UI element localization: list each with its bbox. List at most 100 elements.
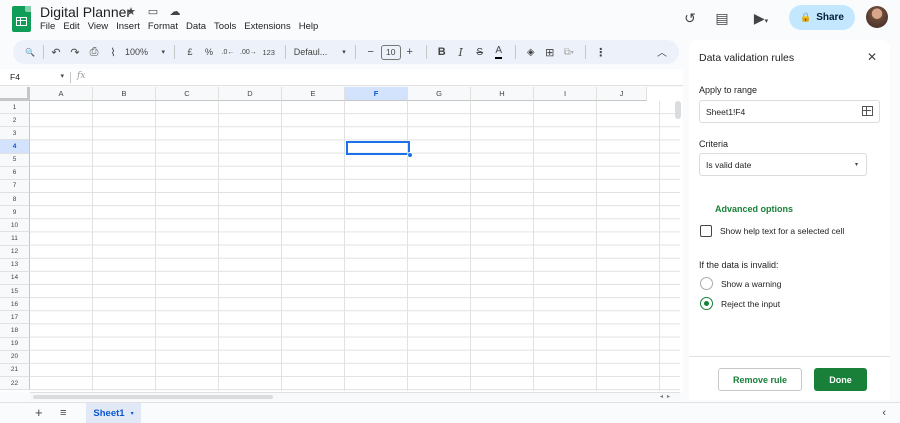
cloud-status-icon[interactable]: ☁ [168,5,182,18]
menu-view[interactable]: View [84,21,112,33]
row-header[interactable]: 20 [0,350,30,364]
row-header[interactable]: 10 [0,219,30,233]
row-header[interactable]: 7 [0,179,30,193]
borders-icon[interactable]: ⊞ [541,43,559,61]
column-header[interactable]: G [408,87,471,101]
row-header[interactable]: 12 [0,245,30,259]
column-header[interactable]: I [534,87,597,101]
row-header[interactable]: 2 [0,114,30,128]
redo-icon[interactable]: ↷ [66,43,84,61]
all-sheets-icon[interactable]: ≡ [60,407,66,419]
increase-font-size-button[interactable]: + [401,43,419,61]
row-header[interactable]: 8 [0,192,30,207]
show-warning-radio[interactable] [700,277,713,290]
sheet-tab-sheet1[interactable]: Sheet1 ▾ [86,403,141,423]
row-header[interactable]: 16 [0,298,30,312]
help-text-checkbox[interactable] [700,225,712,237]
menu-data[interactable]: Data [182,21,210,33]
reject-input-radio[interactable] [700,297,713,310]
spreadsheet-grid[interactable]: A B C D E F G H I J 1 2 3 4 5 6 7 8 9 10… [0,87,683,392]
row-header[interactable]: 17 [0,311,30,325]
range-input[interactable]: Sheet1!F4 [699,100,880,123]
version-history-icon[interactable]: ↺ [681,9,699,27]
font-size-input[interactable]: 10 [380,44,401,60]
horizontal-scrollbar[interactable]: ◂▸ [30,392,680,401]
row-header[interactable]: 14 [0,271,30,285]
remove-rule-button[interactable]: Remove rule [718,368,802,391]
paint-format-icon[interactable]: ⌇ [104,43,122,61]
fill-color-icon[interactable]: ◈ [522,43,540,61]
menu-extensions[interactable]: Extensions [240,21,294,33]
menu-insert[interactable]: Insert [112,21,144,33]
row-header[interactable]: 3 [0,127,30,141]
criteria-dropdown[interactable]: Is valid date ▾ [699,153,867,176]
number-format-button[interactable]: 123 [260,43,278,61]
menu-tools[interactable]: Tools [210,21,240,33]
document-title[interactable]: Digital Planner [40,4,131,20]
font-select[interactable]: Defaul... ▾ [292,43,348,61]
percent-format-button[interactable]: % [200,43,218,61]
side-panel-toggle-icon[interactable]: ‹ [882,407,886,419]
currency-format-button[interactable]: £ [181,43,199,61]
column-header[interactable]: B [93,87,156,101]
italic-button[interactable]: I [452,43,470,61]
column-header[interactable]: A [30,87,93,101]
fill-handle[interactable] [407,152,413,158]
bold-button[interactable]: B [433,43,451,61]
undo-icon[interactable]: ↶ [47,43,65,61]
sheets-logo-icon[interactable] [12,6,31,32]
close-icon[interactable]: ✕ [867,50,877,64]
row-header[interactable]: 22 [0,376,30,391]
row-header[interactable]: 21 [0,363,30,377]
add-sheet-icon[interactable]: + [35,406,43,420]
avatar[interactable] [866,6,888,28]
select-range-icon[interactable] [862,106,873,116]
column-header[interactable]: E [282,87,345,101]
print-icon[interactable]: ⎙ [85,43,103,61]
active-cell-f4[interactable] [346,141,410,155]
increase-decimal-button[interactable]: .00→ [238,43,259,61]
zoom-select[interactable]: 100% ▾ [123,43,167,61]
row-header[interactable]: 11 [0,232,30,246]
row-header[interactable]: 18 [0,324,30,338]
show-warning-option[interactable]: Show a warning [700,277,781,290]
more-options-icon[interactable]: ⋮ [592,43,610,61]
row-header-selected[interactable]: 4 [0,140,30,154]
advanced-options-link[interactable]: Advanced options [715,204,793,214]
scroll-arrows-icon[interactable]: ◂▸ [660,393,674,400]
row-header[interactable]: 19 [0,337,30,351]
vertical-scrollbar[interactable] [675,101,681,119]
text-color-button[interactable]: A [490,43,508,61]
merge-cells-icon[interactable]: ⧉ ▾ [560,43,578,61]
column-header[interactable]: J [597,87,647,101]
collapse-menus-icon[interactable]: ︿ [657,44,667,59]
scroll-thumb[interactable] [33,395,273,399]
select-all-corner[interactable] [0,87,30,101]
comments-icon[interactable]: ▤ [713,9,731,27]
column-header-selected[interactable]: F [345,87,408,101]
name-box[interactable]: F4 ▾ [10,72,64,82]
decrease-decimal-button[interactable]: .0← [219,43,237,61]
meet-icon[interactable]: ▶▾ [748,9,774,27]
row-header[interactable]: 6 [0,166,30,180]
decrease-font-size-button[interactable]: − [362,43,380,61]
reject-input-option[interactable]: Reject the input [700,297,780,310]
move-folder-icon[interactable]: ▭ [146,5,160,18]
column-header[interactable]: C [156,87,219,101]
row-header[interactable]: 13 [0,258,30,272]
menu-format[interactable]: Format [144,21,182,33]
row-header[interactable]: 5 [0,153,30,167]
strikethrough-icon[interactable]: S [471,43,489,61]
row-header[interactable]: 15 [0,284,30,299]
column-header[interactable]: D [219,87,282,101]
menu-edit[interactable]: Edit [59,21,83,33]
row-header[interactable]: 1 [0,101,30,115]
column-header[interactable]: H [471,87,534,101]
share-button[interactable]: 🔒 Share [789,5,855,30]
menu-help[interactable]: Help [295,21,323,33]
menu-file[interactable]: File [40,21,59,33]
search-menus-icon[interactable]: 🔍 [21,43,39,61]
row-header[interactable]: 9 [0,206,30,220]
star-icon[interactable]: ★ [124,5,138,18]
done-button[interactable]: Done [814,368,867,391]
